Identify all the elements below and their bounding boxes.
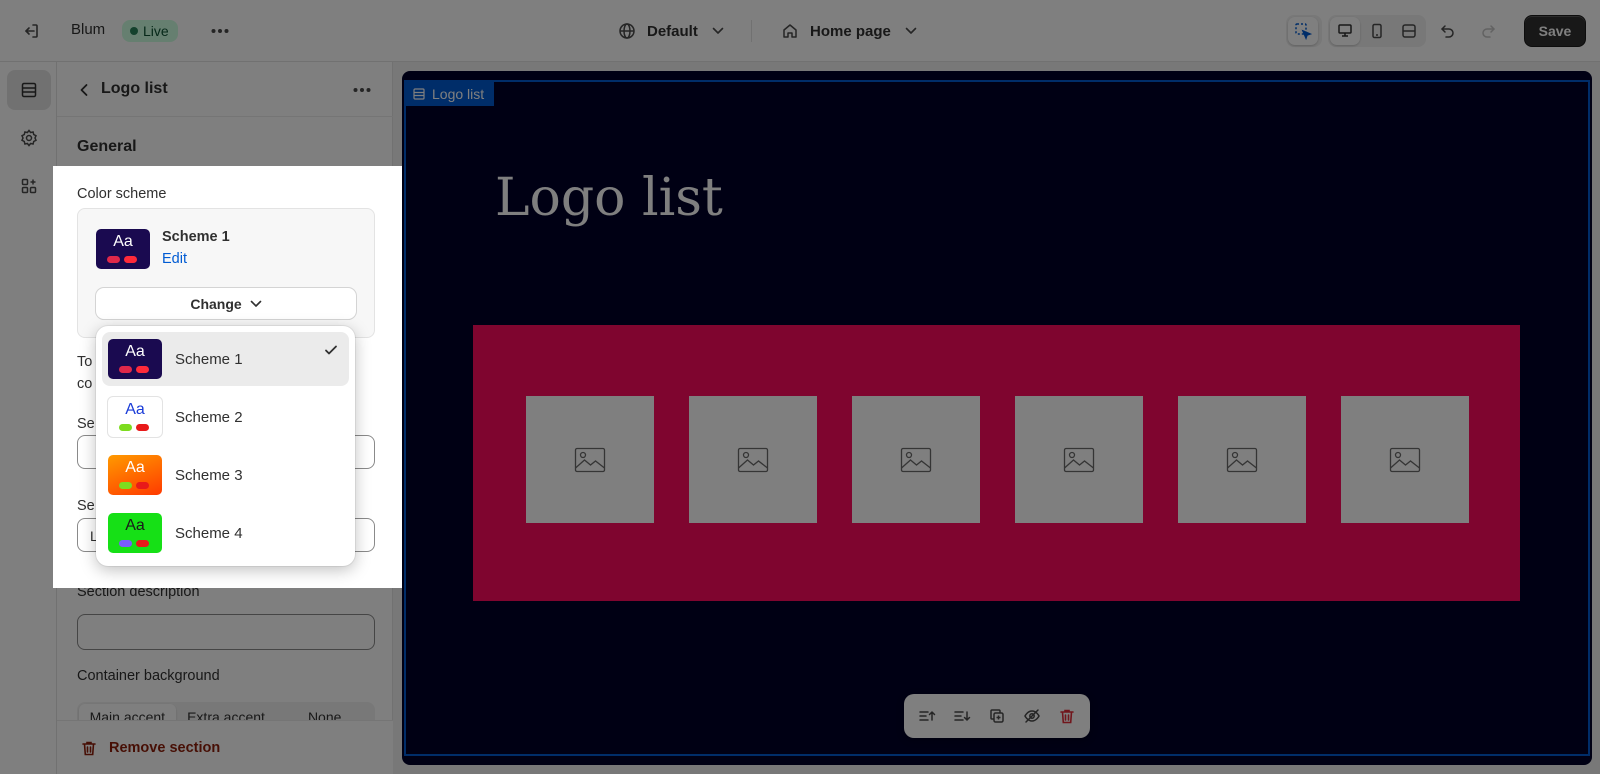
scheme-option-label: Scheme 3	[175, 466, 243, 484]
color-scheme-dropdown: Aa Scheme 1 Aa Scheme 2 Aa Scheme 3 Aa S…	[96, 326, 355, 566]
swatch-text: Aa	[113, 233, 133, 250]
field-label-a: Se	[77, 416, 95, 432]
edit-scheme-link[interactable]: Edit	[162, 251, 187, 267]
info-text-line-1: To	[77, 354, 93, 370]
change-scheme-button[interactable]: Change	[96, 288, 356, 319]
scheme-option-label: Scheme 2	[175, 408, 243, 426]
scheme-option-label: Scheme 1	[175, 350, 243, 368]
scheme-option-3[interactable]: Aa Scheme 3	[102, 448, 349, 502]
scheme-2-swatch: Aa	[108, 397, 162, 437]
current-scheme-swatch: Aa	[96, 229, 150, 269]
change-scheme-label: Change	[190, 295, 242, 312]
scheme-option-2[interactable]: Aa Scheme 2	[102, 390, 349, 444]
checkmark-icon	[325, 345, 337, 355]
scheme-4-swatch: Aa	[108, 513, 162, 553]
color-scheme-picker: Aa Scheme 1 Edit Change	[77, 208, 375, 338]
current-scheme-name: Scheme 1	[162, 229, 230, 245]
scheme-1-swatch: Aa	[108, 339, 162, 379]
scheme-3-swatch: Aa	[108, 455, 162, 495]
color-scheme-label: Color scheme	[77, 186, 167, 202]
scheme-option-label: Scheme 4	[175, 524, 243, 542]
info-text-line-2: co	[77, 376, 93, 392]
scheme-option-4[interactable]: Aa Scheme 4	[102, 506, 349, 560]
scheme-option-1[interactable]: Aa Scheme 1	[102, 332, 349, 386]
field-label-b: Se	[77, 498, 95, 514]
chevron-down-icon	[250, 300, 261, 307]
